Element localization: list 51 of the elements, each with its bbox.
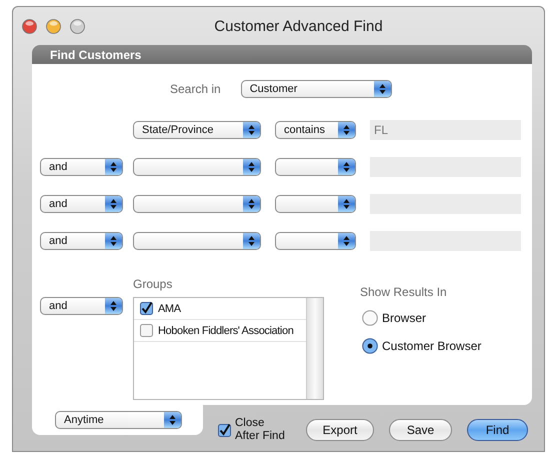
checkbox-label: Close After Find [235, 417, 286, 443]
close-icon[interactable] [22, 18, 37, 34]
operator-dropdown[interactable] [275, 232, 356, 250]
operator-dropdown[interactable] [275, 195, 356, 213]
minimize-icon[interactable] [46, 18, 61, 34]
field-dropdown[interactable] [133, 158, 261, 176]
show-results-label: Show Results In [360, 285, 448, 299]
date-range-dropdown[interactable]: Anytime [55, 411, 182, 429]
stepper-arrows-icon [105, 233, 122, 249]
checkbox[interactable] [140, 324, 153, 337]
zoom-icon[interactable] [70, 18, 85, 34]
conjunction-dropdown[interactable]: and [40, 195, 123, 213]
checkbox[interactable] [140, 302, 153, 315]
window-title: Customer Advanced Find [213, 18, 384, 35]
stepper-arrows-icon [243, 196, 260, 212]
groups-label: Groups [133, 277, 174, 291]
field-dropdown[interactable] [133, 195, 261, 213]
radio-button[interactable] [362, 310, 378, 326]
value-field[interactable]: FL [370, 120, 521, 140]
stepper-arrows-icon [338, 159, 355, 175]
operator-dropdown[interactable]: contains [275, 121, 356, 139]
group-name: Hoboken Fiddlers' Association [158, 324, 294, 336]
search-in-dropdown[interactable]: Customer [240, 80, 392, 98]
search-in-label: Search in [170, 82, 221, 96]
checkbox[interactable] [218, 424, 231, 436]
radio-label: Browser [382, 311, 426, 325]
stepper-arrows-icon [338, 196, 355, 212]
conjunction-dropdown[interactable]: and [40, 297, 123, 315]
radio-button[interactable] [362, 338, 378, 354]
push-button[interactable]: Find [467, 419, 528, 441]
stepper-arrows-icon [164, 412, 181, 428]
conjunction-dropdown[interactable]: and [40, 232, 123, 250]
group-name: AMA [158, 302, 181, 314]
field-dropdown[interactable]: State/Province [133, 121, 261, 139]
stepper-arrows-icon [105, 159, 122, 175]
stepper-arrows-icon [243, 159, 260, 175]
stepper-arrows-icon [243, 233, 260, 249]
stepper-arrows-icon [338, 233, 355, 249]
push-button[interactable]: Export [306, 419, 374, 441]
stepper-arrows-icon [374, 81, 391, 97]
conjunction-dropdown[interactable]: and [40, 158, 123, 176]
field-dropdown[interactable] [133, 232, 261, 250]
panel-title: Find Customers [32, 45, 532, 64]
operator-dropdown[interactable] [275, 158, 356, 176]
push-button[interactable]: Save [389, 419, 452, 441]
scrollbar[interactable] [306, 298, 323, 399]
stepper-arrows-icon [105, 196, 122, 212]
stepper-arrows-icon [243, 122, 260, 138]
stepper-arrows-icon [338, 122, 355, 138]
stepper-arrows-icon [105, 298, 122, 314]
radio-label: Customer Browser [382, 339, 482, 353]
